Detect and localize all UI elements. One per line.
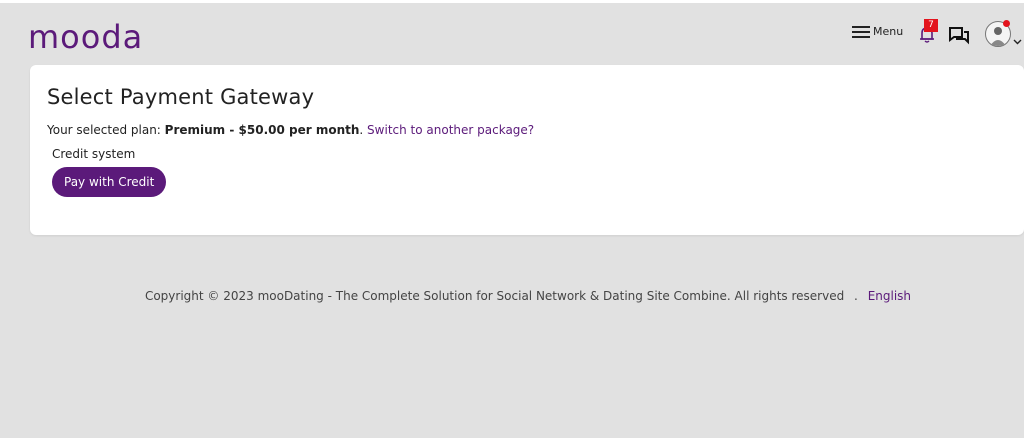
footer: Copyright © 2023 mooDating - The Complet…	[0, 289, 1024, 303]
online-status-dot	[1003, 20, 1010, 27]
notification-count-badge: 7	[924, 19, 938, 32]
footer-separator: .	[854, 289, 858, 303]
payment-gateway-card: Select Payment Gateway Your selected pla…	[30, 65, 1024, 235]
selected-plan-line: Your selected plan: Premium - $50.00 per…	[47, 123, 534, 137]
chat-icon	[948, 27, 970, 50]
language-link[interactable]: English	[868, 289, 911, 303]
chevron-down-icon[interactable]	[1013, 30, 1022, 49]
menu-button[interactable]: Menu	[852, 25, 903, 38]
plan-prefix: Your selected plan:	[47, 123, 165, 137]
messages-button[interactable]	[948, 26, 970, 46]
bell-icon	[915, 27, 939, 50]
menu-icon	[852, 25, 870, 38]
gateway-label: Credit system	[52, 147, 136, 161]
switch-package-link[interactable]: Switch to another package?	[367, 123, 534, 137]
plan-suffix: .	[359, 123, 368, 137]
menu-label: Menu	[873, 25, 904, 38]
page-title: Select Payment Gateway	[47, 85, 315, 109]
plan-name: Premium - $50.00 per month	[164, 123, 360, 137]
copyright-text: Copyright © 2023 mooDating - The Complet…	[144, 289, 845, 303]
site-logo[interactable]: mooda	[28, 17, 143, 57]
pay-with-credit-button[interactable]: Pay with Credit	[52, 167, 167, 197]
